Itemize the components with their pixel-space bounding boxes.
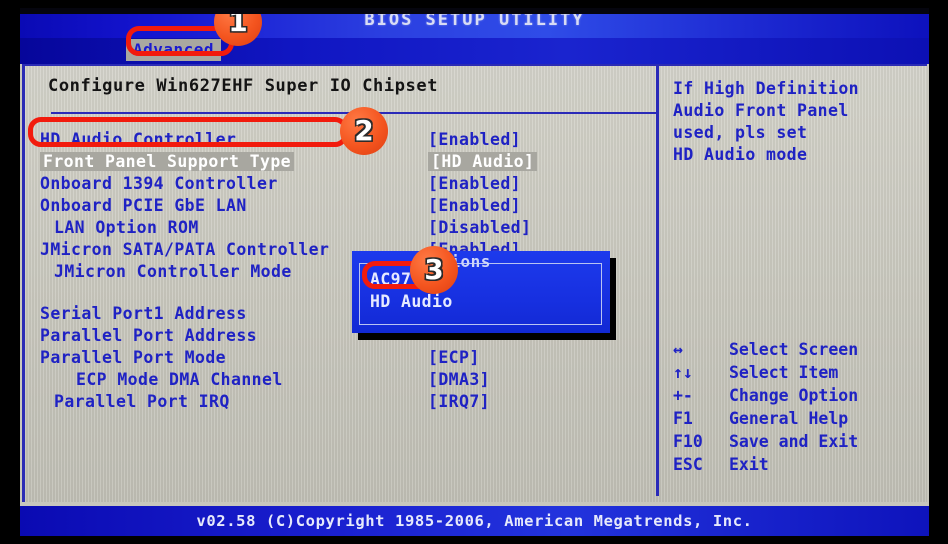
footer-text: v02.58 (C)Copyright 1985-2006, American … xyxy=(196,512,753,530)
tab-advanced[interactable]: Advanced xyxy=(126,39,222,61)
settings-row-value[interactable]: [DMA3] xyxy=(428,370,490,389)
settings-row-label: Onboard PCIE GbE LAN xyxy=(40,196,247,215)
key-legend-row: ↑↓ Select Item xyxy=(673,361,928,384)
settings-row-value[interactable]: [Disabled] xyxy=(428,218,531,237)
settings-row-label: Parallel Port Address xyxy=(40,326,258,345)
key-legend-row: F10 Save and Exit xyxy=(673,430,928,453)
settings-row-label: Onboard 1394 Controller xyxy=(40,174,278,193)
settings-row-value[interactable]: [Enabled] xyxy=(428,196,521,215)
key-legend-row: ESC Exit xyxy=(673,453,928,476)
key-legend-row: +- Change Option xyxy=(673,384,928,407)
popup-option-hd-audio[interactable]: HD Audio xyxy=(370,292,453,311)
key-legend-key: ESC xyxy=(673,455,703,474)
help-line: used, pls set xyxy=(673,123,808,142)
settings-row-label: Front Panel Support Type xyxy=(40,152,295,171)
help-line: If High Definition xyxy=(673,79,860,98)
settings-row-value[interactable]: [IRQ7] xyxy=(428,392,490,411)
help-line: HD Audio mode xyxy=(673,145,808,164)
bios-screen: BIOS SETUP UTILITY Advanced Configure Wi… xyxy=(18,8,931,536)
key-legend-key: F1 xyxy=(673,409,693,428)
settings-row-value[interactable]: [Enabled] xyxy=(428,130,521,149)
options-popup: Options AC97 HD Audio xyxy=(352,251,610,333)
popup-option-ac97[interactable]: AC97 xyxy=(370,270,411,289)
photo-edge-left xyxy=(0,0,20,544)
settings-row-label: Parallel Port IRQ xyxy=(54,392,230,411)
settings-row-label: JMicron SATA/PATA Controller xyxy=(40,240,330,259)
footer-bar: v02.58 (C)Copyright 1985-2006, American … xyxy=(18,506,931,536)
key-legend-desc: Exit xyxy=(729,455,769,474)
settings-row-label: Serial Port1 Address xyxy=(40,304,247,323)
key-legend-key: ↔ xyxy=(673,340,683,359)
settings-row-value[interactable]: [HD Audio] xyxy=(428,152,538,171)
panel-divider xyxy=(656,66,659,496)
help-panel: If High Definition Audio Front Panel used,… xyxy=(673,78,923,166)
settings-row-label: HD Audio Controller xyxy=(40,130,237,149)
key-legend-desc: Save and Exit xyxy=(729,432,859,451)
key-legend-key: +- xyxy=(673,386,693,405)
key-legend-desc: General Help xyxy=(729,409,849,428)
key-legend-key: ↑↓ xyxy=(673,363,693,382)
settings-row-label: JMicron Controller Mode xyxy=(54,262,292,281)
key-legend-key: F10 xyxy=(673,432,703,451)
annotation-badge-2: 2 xyxy=(340,107,388,155)
key-legend-row: F1 General Help xyxy=(673,407,928,430)
key-legend-desc: Select Screen xyxy=(729,340,859,359)
photo-edge-bottom xyxy=(0,536,948,544)
settings-row-value[interactable]: [ECP] xyxy=(428,348,480,367)
key-legend-desc: Change Option xyxy=(729,386,859,405)
help-line: Audio Front Panel xyxy=(673,101,849,120)
key-legend-desc: Select Item xyxy=(729,363,839,382)
annotation-badge-3: 3 xyxy=(410,246,458,294)
settings-row-label: ECP Mode DMA Channel xyxy=(76,370,283,389)
key-legend-row: ↔ Select Screen xyxy=(673,338,928,361)
settings-row-label: Parallel Port Mode xyxy=(40,348,227,367)
photo-edge-right xyxy=(929,0,948,544)
section-heading: Configure Win627EHF Super IO Chipset xyxy=(48,76,439,96)
settings-row-value[interactable]: [Enabled] xyxy=(428,174,521,193)
settings-row-label: LAN Option ROM xyxy=(54,218,199,237)
photo-edge-top-inner xyxy=(20,8,929,14)
key-legend: ↔ Select Screen ↑↓ Select Item +- Change Opti… xyxy=(673,338,928,476)
